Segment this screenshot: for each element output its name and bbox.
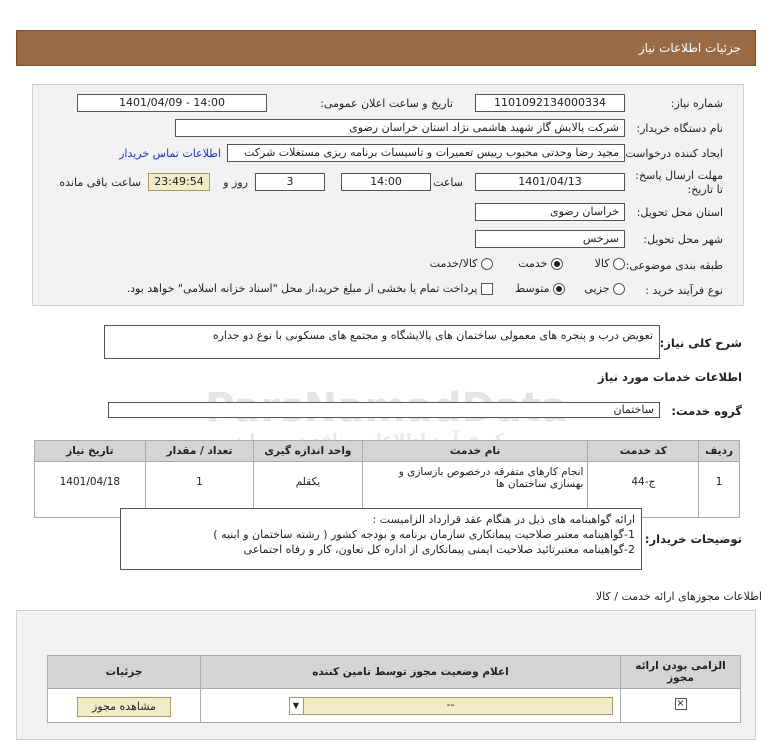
category-option-goods-service[interactable]: کالا/خدمت <box>430 257 493 270</box>
col-name: نام خدمت <box>361 440 589 462</box>
summary-textbox: تعویض درب و پنجره های معمولی ساختمان های… <box>104 325 660 359</box>
announce-field: 1401/04/09 - 14:00 <box>77 94 267 112</box>
category-option-goods-service-label: کالا/خدمت <box>429 257 478 270</box>
view-permit-button[interactable]: مشاهده مجوز <box>77 697 171 717</box>
category-option-goods[interactable]: کالا <box>595 257 625 270</box>
days-label: روز و <box>223 176 248 189</box>
creator-field: مجید رضا وحدتی محبوب رییس تعمیرات و تاسی… <box>227 144 625 162</box>
service-group-field: ساختمان <box>108 402 660 418</box>
page-title: جزئیات اطلاعات نیاز <box>638 41 741 55</box>
buyer-org-label: نام دستگاه خریدار: <box>636 122 723 135</box>
need-number-label: شماره نیاز: <box>670 97 723 110</box>
services-table: ردیف کد خدمت نام خدمت واحد اندازه گیری ت… <box>34 440 740 518</box>
permits-title: اطلاعات مجوزهای ارائه خدمت / کالا <box>595 590 762 603</box>
category-label: طبقه بندی موضوعی: <box>625 259 723 272</box>
deadline-time-label: ساعت <box>433 176 463 189</box>
cell-index: 1 <box>698 461 740 518</box>
radio-icon <box>481 258 493 270</box>
page-header: جزئیات اطلاعات نیاز <box>16 30 756 66</box>
buyer-org-field: شرکت پالایش گاز شهید هاشمی نژاد استان خر… <box>175 119 625 137</box>
table-row: × ▼ -- مشاهده مجوز <box>47 688 741 723</box>
delivery-city-label: شهر محل تحویل: <box>643 233 723 246</box>
col-details: جزئیات <box>47 655 201 689</box>
permits-header-row: الزامی بودن ارائه مجوز اعلام وضعیت مجوز … <box>47 655 741 689</box>
treasury-payment-checkbox[interactable]: پرداخت تمام یا بخشی از مبلغ خرید،از محل … <box>127 282 493 295</box>
page: جزئیات اطلاعات نیاز ParsNamadData مرکز ف… <box>0 0 770 745</box>
buyer-notes-line: 1-گواهینامه معتبر صلاحیت پیمانکاری سازما… <box>213 528 635 541</box>
process-option-medium-label: متوسط <box>514 282 550 295</box>
days-field: 3 <box>255 173 325 191</box>
creator-label: ایجاد کننده درخواست: <box>621 147 723 160</box>
deadline-label: مهلت ارسال پاسخ: تا تاریخ: <box>633 169 723 197</box>
permit-status-value: -- <box>446 698 455 711</box>
radio-selected-icon <box>553 283 565 295</box>
deadline-time-field: 14:00 <box>341 173 431 191</box>
cell-status: ▼ -- <box>200 688 621 723</box>
col-status: اعلام وضعیت مجوز توسط تامین کننده <box>200 655 621 689</box>
category-option-service[interactable]: خدمت <box>518 257 563 270</box>
table-header-row: ردیف کد خدمت نام خدمت واحد اندازه گیری ت… <box>34 440 740 462</box>
permits-panel: الزامی بودن ارائه مجوز اعلام وضعیت مجوز … <box>16 610 756 740</box>
contact-buyer-link[interactable]: اطلاعات تماس خریدار <box>119 147 221 160</box>
treasury-payment-label: پرداخت تمام یا بخشی از مبلغ خرید،از محل … <box>126 282 478 295</box>
process-option-minor-label: جزیی <box>584 282 610 295</box>
col-qty: تعداد / مقدار <box>144 440 255 462</box>
permits-table: الزامی بودن ارائه مجوز اعلام وضعیت مجوز … <box>47 655 741 723</box>
col-date: تاریخ نیاز <box>34 440 146 462</box>
buyer-notes-line: ارائه گواهینامه های ذیل در هنگام عقد قرا… <box>372 513 635 526</box>
process-label: نوع فرآیند خرید : <box>645 284 723 297</box>
process-option-minor[interactable]: جزیی <box>584 282 625 295</box>
service-group-label: گروه خدمت: <box>671 404 742 418</box>
radio-selected-icon <box>551 258 563 270</box>
announce-label: تاریخ و ساعت اعلان عمومی: <box>320 97 453 110</box>
category-option-goods-label: کالا <box>594 257 610 270</box>
main-panel: شماره نیاز: 1101092134000334 تاریخ و ساع… <box>32 84 744 306</box>
buyer-notes-textbox: ارائه گواهینامه های ذیل در هنگام عقد قرا… <box>120 508 642 570</box>
required-checkbox-icon: × <box>674 698 687 710</box>
col-index: ردیف <box>698 440 740 462</box>
delivery-city-field: سرخس <box>475 230 625 248</box>
checkbox-icon <box>481 283 493 295</box>
process-option-medium[interactable]: متوسط <box>515 282 565 295</box>
delivery-province-field: خراسان رضوی <box>475 203 625 221</box>
col-code: کد خدمت <box>587 440 700 462</box>
category-option-service-label: خدمت <box>518 257 548 270</box>
radio-icon <box>613 283 625 295</box>
col-required: الزامی بودن ارائه مجوز <box>620 655 741 689</box>
services-title: اطلاعات خدمات مورد نیاز <box>598 370 742 384</box>
delivery-province-label: استان محل تحویل: <box>636 206 723 219</box>
buyer-notes-line: 2-گواهینامه معتبرتائید صلاحیت ایمنی پیما… <box>243 543 635 556</box>
cell-required: × <box>620 688 741 723</box>
col-unit: واحد اندازه گیری <box>253 440 363 462</box>
remaining-label: ساعت باقی مانده <box>59 176 141 189</box>
deadline-label-text: مهلت ارسال پاسخ: تا تاریخ: <box>635 169 723 196</box>
cell-details: مشاهده مجوز <box>47 688 201 723</box>
remaining-time-field: 23:49:54 <box>148 173 210 191</box>
summary-label: شرح کلی نیاز: <box>659 336 742 350</box>
chevron-down-icon: ▼ <box>289 698 304 714</box>
need-number-field: 1101092134000334 <box>475 94 625 112</box>
permit-status-select[interactable]: ▼ -- <box>288 697 613 715</box>
buyer-notes-label: توضیحات خریدار: <box>644 532 742 546</box>
radio-icon <box>613 258 625 270</box>
deadline-date-field: 1401/04/13 <box>475 173 625 191</box>
